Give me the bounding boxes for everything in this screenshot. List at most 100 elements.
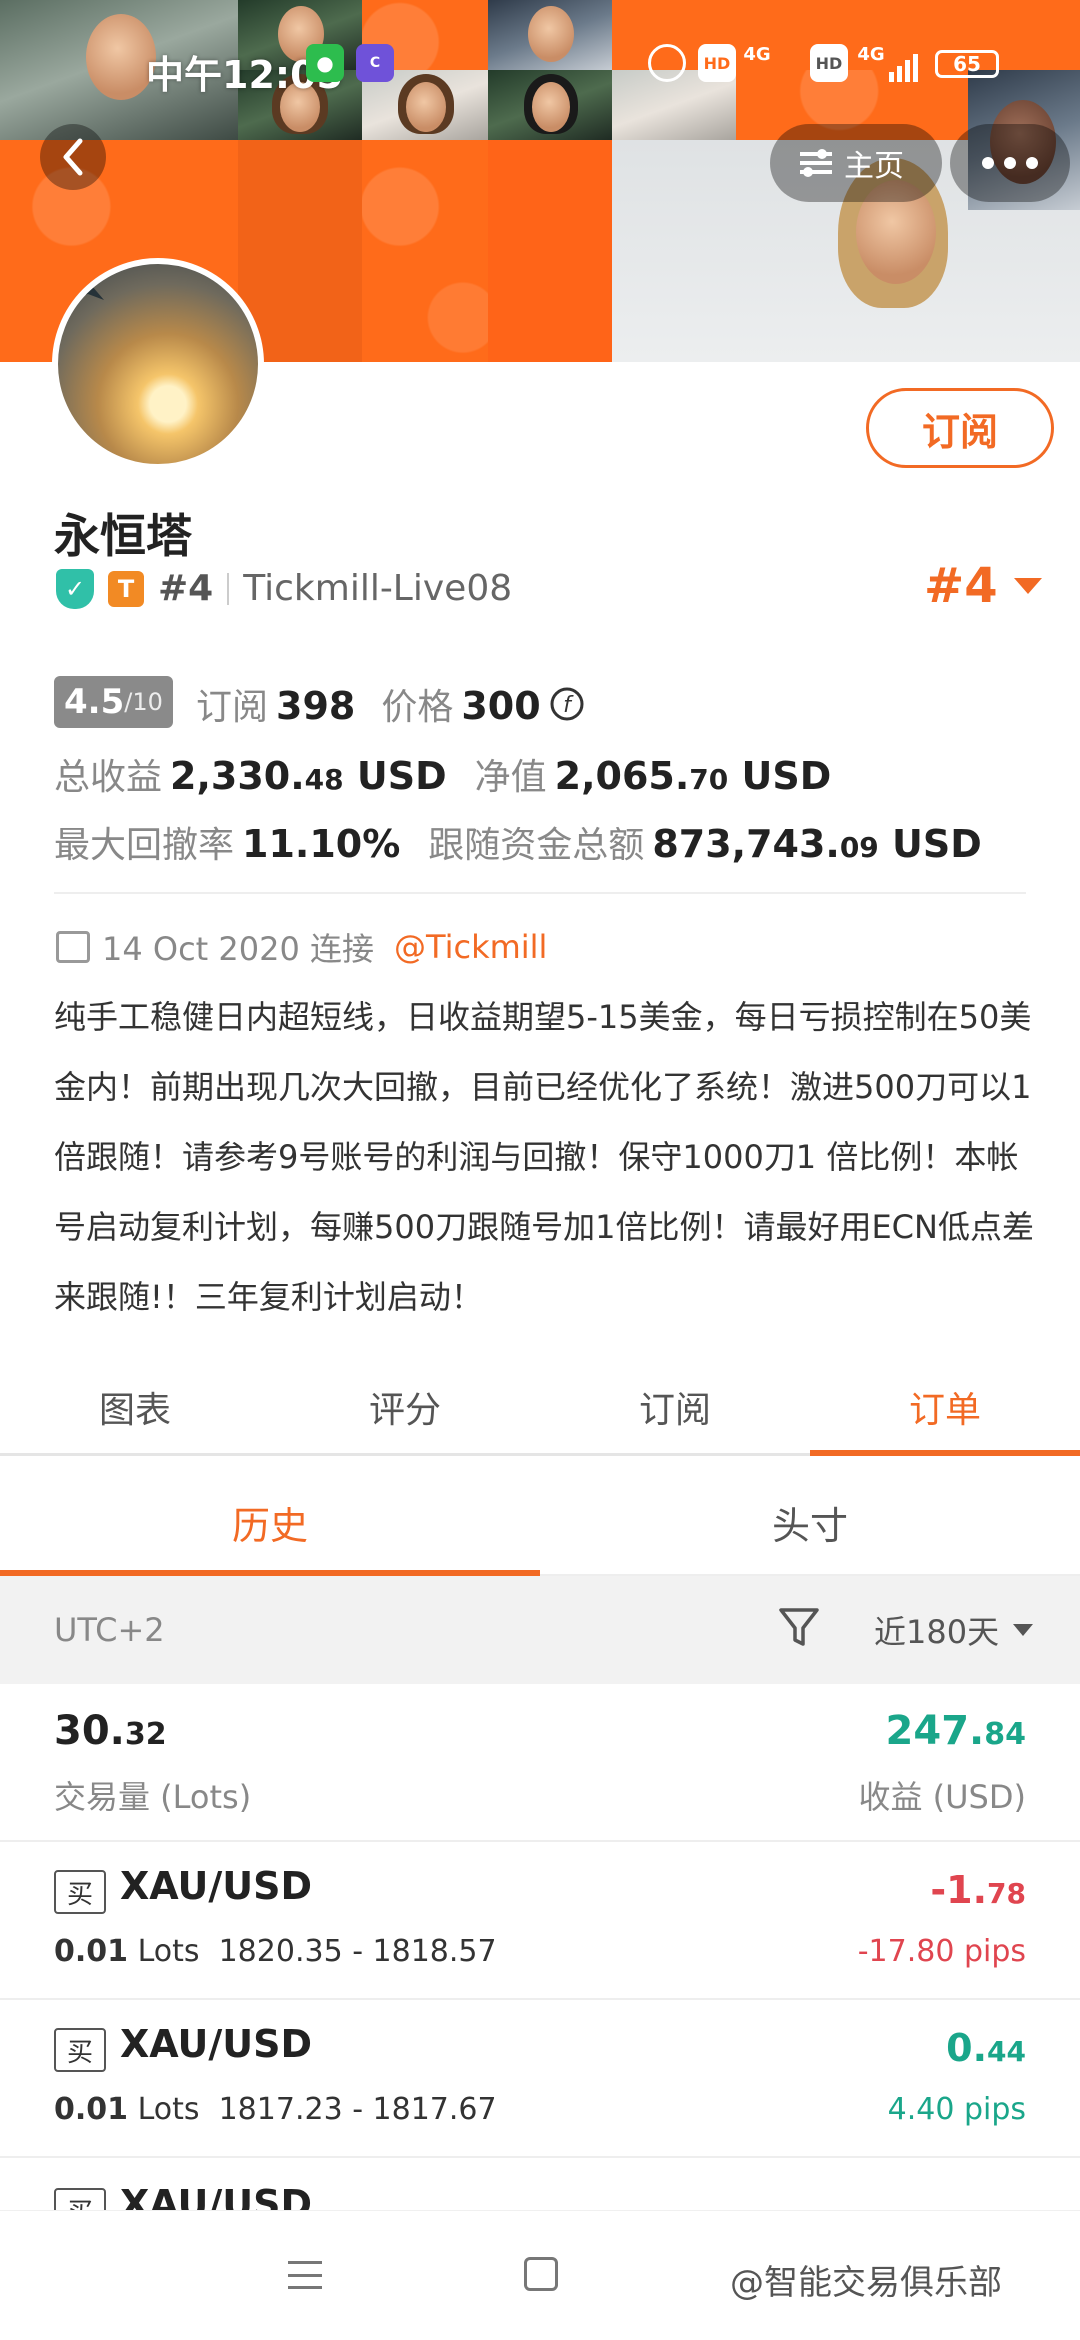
order-subtabs: 历史 头寸	[0, 1470, 1080, 1576]
volume-label: 交易量 (Lots)	[54, 1778, 252, 1816]
equity-int: 2,065.	[554, 754, 690, 798]
profit-stat: 总收益 2,330.48 USD 净值 2,065.70 USD	[54, 748, 831, 800]
range-label: 近180天	[874, 1613, 1000, 1651]
equity-dec: 70	[689, 763, 729, 796]
price-label: 价格	[381, 687, 454, 728]
svg-text:f: f	[563, 693, 574, 718]
order-profit: 0.44	[946, 2026, 1026, 2070]
more-dots-icon	[1004, 157, 1016, 169]
order-profit-int: 0.	[946, 2026, 988, 2070]
network-icon: 4G	[857, 44, 885, 65]
calendar-icon	[56, 931, 90, 963]
rank-large: #4	[924, 558, 998, 614]
order-details: 0.01 Lots 1817.23 - 1817.67	[54, 2092, 497, 2127]
cover-pattern	[362, 140, 488, 362]
tab-orders[interactable]: 订单	[810, 1360, 1080, 1456]
main-tabs: 图表 评分 订阅 订单	[0, 1360, 1080, 1456]
follow-funds-int: 873,743.	[652, 822, 840, 866]
follow-funds-unit: USD	[892, 822, 982, 866]
volume-value: 30.32	[54, 1708, 167, 1754]
signal-icon	[886, 44, 924, 82]
total-profit-unit: USD	[356, 754, 447, 798]
badge-row: ✓ T #4 Tickmill-Live08	[56, 568, 512, 609]
order-profit: -1.78	[930, 1868, 1026, 1912]
home-nav-icon[interactable]	[524, 2257, 558, 2291]
connect-date-row: 14 Oct 2020 连接 @Tickmill	[56, 924, 547, 970]
cover-pattern	[488, 140, 612, 362]
verified-shield-icon: ✓	[56, 568, 94, 609]
rank-dropdown[interactable]: #4	[924, 558, 1042, 614]
alarm-icon	[648, 44, 686, 82]
tab-rating[interactable]: 评分	[270, 1360, 540, 1453]
sliders-icon	[800, 149, 832, 177]
caret-down-icon	[1013, 578, 1042, 594]
recent-apps-icon[interactable]	[288, 2261, 322, 2289]
strategy-description: 纯手工稳健日内超短线，日收益期望5-15美金，每日亏损控制在50美金内！前期出现…	[54, 998, 1034, 1316]
chevron-left-icon	[63, 138, 83, 176]
more-dots-icon	[1026, 157, 1038, 169]
volume-int: 30.	[54, 1708, 125, 1754]
profit-int: 247.	[885, 1708, 985, 1754]
order-lots: 0.01	[54, 2092, 129, 2127]
order-pair: XAU/USD	[120, 1864, 313, 1908]
total-profit-dec: 48	[304, 763, 344, 796]
order-prices: 1820.35 - 1818.57	[218, 1934, 497, 1969]
hd-icon: HD	[810, 44, 848, 82]
trader-name: 永恒塔	[54, 509, 192, 563]
order-pair: XAU/USD	[120, 2022, 313, 2066]
avatar[interactable]	[52, 258, 264, 470]
tier-badge: T	[108, 570, 144, 607]
battery-icon: 65	[935, 50, 999, 78]
subscribers-label: 订阅	[196, 687, 269, 728]
equity-label: 净值	[474, 757, 547, 798]
status-bar: 中午12:05 ● C HD 4G HD 4G 65	[0, 0, 1080, 120]
broker-link[interactable]: @Tickmill	[394, 928, 547, 966]
subscribe-button[interactable]: 订阅	[866, 388, 1054, 468]
total-profit-int: 2,330.	[170, 754, 305, 798]
rank-small: #4	[158, 568, 214, 609]
order-pips: -17.80 pips	[857, 1934, 1026, 1969]
history-summary: 30.32 交易量 (Lots) 247.84 收益 (USD)	[0, 1686, 1080, 1842]
coin-icon: f	[550, 687, 584, 721]
subtab-history[interactable]: 历史	[0, 1470, 540, 1576]
watermark: @智能交易俱乐部	[730, 2263, 1002, 2303]
range-dropdown[interactable]: 近180天	[874, 1607, 1034, 1653]
order-row[interactable]: 买 XAU/USD 0.01 Lots 1817.23 - 1817.67 0.…	[0, 2000, 1080, 2158]
total-profit-label: 总收益	[54, 757, 163, 798]
timezone-label: UTC+2	[54, 1611, 165, 1649]
system-nav-bar: @智能交易俱乐部	[0, 2210, 1080, 2340]
filter-icon[interactable]	[778, 1606, 820, 1650]
order-details: 0.01 Lots 1820.35 - 1818.57	[54, 1934, 497, 1969]
volume-dec: 32	[124, 1717, 167, 1752]
hd-icon: HD	[698, 44, 736, 82]
profit-label: 收益 (USD)	[858, 1778, 1026, 1816]
max-dd-label: 最大回撤率	[54, 825, 235, 866]
order-profit-dec: 44	[987, 2035, 1026, 2068]
home-label: 主页	[844, 149, 904, 184]
follow-funds-dec: 09	[839, 831, 879, 864]
rating-badge: 4.5/10	[54, 676, 173, 728]
order-lots-unit: Lots	[137, 1934, 200, 1969]
divider	[54, 892, 1026, 894]
profit-value: 247.84	[886, 1708, 1026, 1754]
back-button[interactable]	[40, 124, 106, 190]
home-button[interactable]: 主页	[770, 124, 942, 202]
more-button[interactable]	[950, 124, 1070, 202]
subscribers-stat: 订阅 398 价格 300 f	[196, 678, 585, 730]
order-row[interactable]: 买 XAU/USD	[0, 2158, 1080, 2210]
drawdown-stat: 最大回撤率 11.10% 跟随资金总额 873,743.09 USD	[54, 816, 982, 868]
subtab-positions[interactable]: 头寸	[540, 1470, 1080, 1574]
side-tag: 买	[54, 2028, 106, 2072]
side-tag: 买	[54, 2188, 106, 2210]
order-profit-dec: 78	[987, 1877, 1026, 1910]
tab-subscription[interactable]: 订阅	[540, 1360, 810, 1453]
profit-dec: 84	[984, 1717, 1026, 1752]
more-dots-icon	[982, 157, 994, 169]
tab-chart[interactable]: 图表	[0, 1360, 270, 1453]
order-lots: 0.01	[54, 1934, 129, 1969]
order-pair: XAU/USD	[120, 2182, 313, 2210]
rating-max: /10	[124, 688, 163, 716]
order-row[interactable]: 买 XAU/USD 0.01 Lots 1820.35 - 1818.57 -1…	[0, 1842, 1080, 2000]
canva-icon: C	[356, 44, 394, 82]
wechat-icon: ●	[306, 44, 344, 82]
